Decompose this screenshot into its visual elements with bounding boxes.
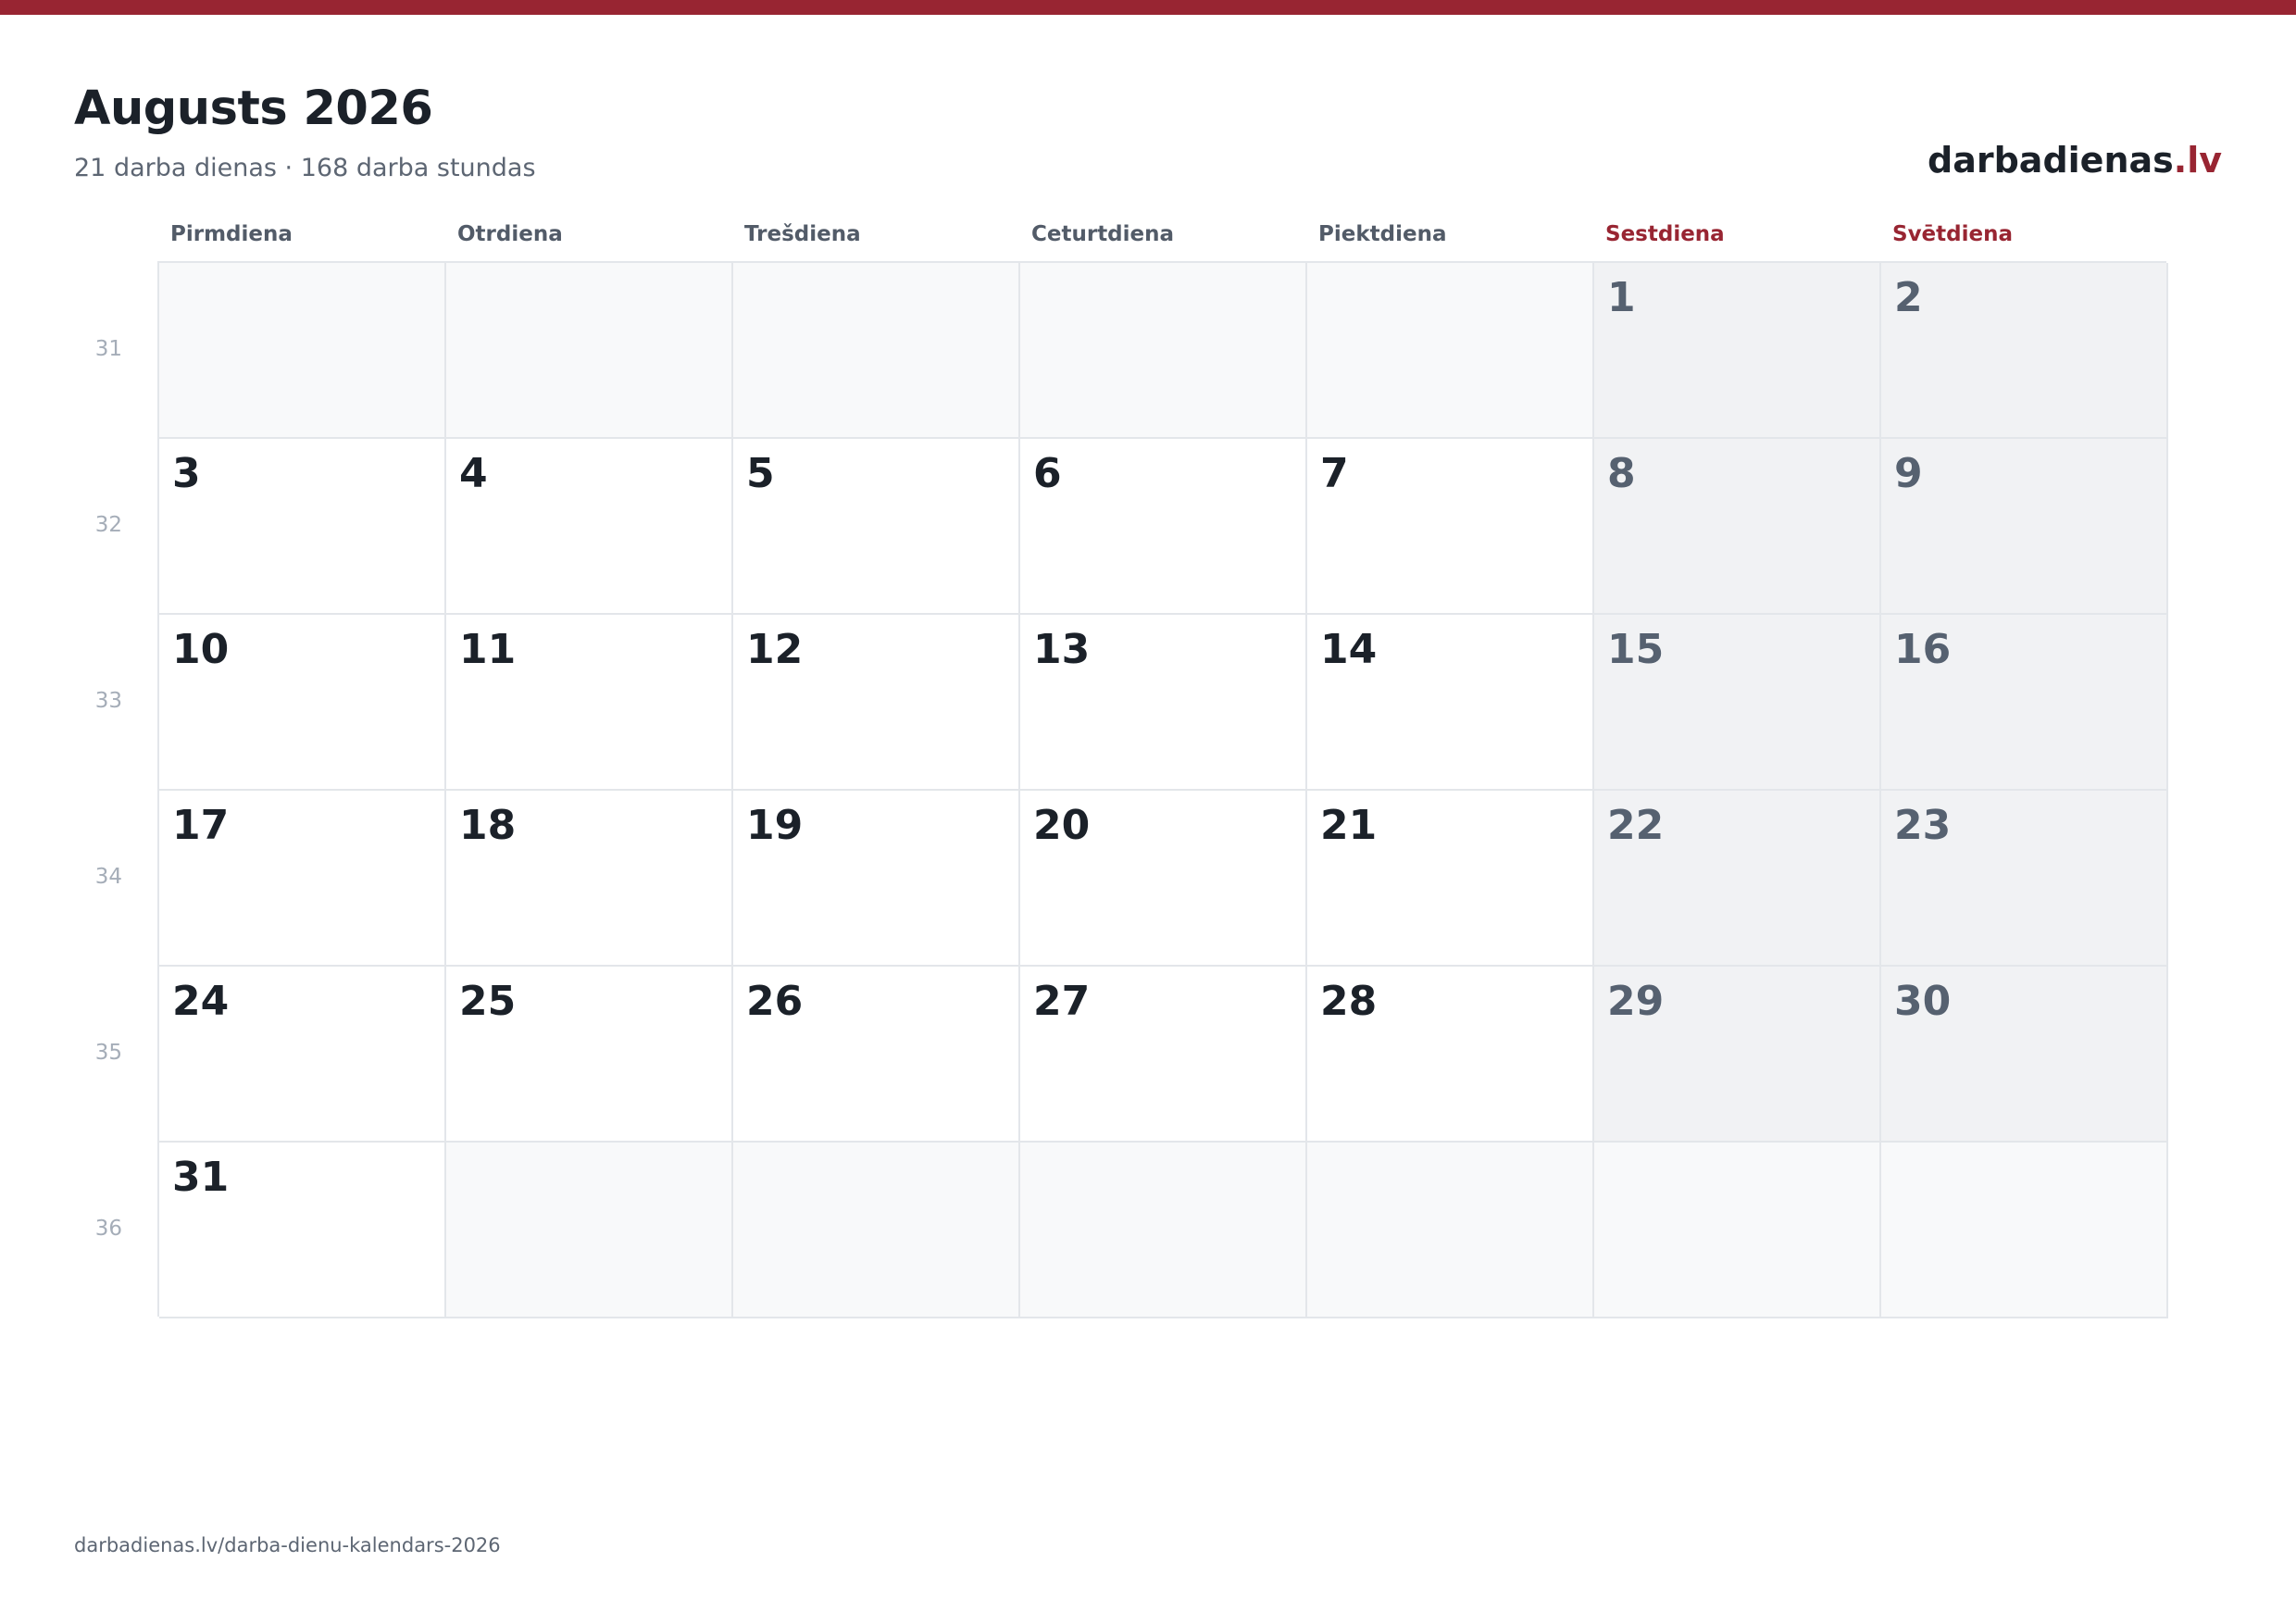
- day-cell: 5: [733, 439, 1020, 615]
- day-number: 22: [1607, 802, 1665, 849]
- empty-day-cell: [1020, 263, 1307, 439]
- week-number: 33: [94, 689, 122, 713]
- empty-day-cell: [446, 1143, 733, 1318]
- empty-day-cell: [1881, 1143, 2168, 1318]
- day-cell: 4: [446, 439, 733, 615]
- weekday-label: Sestdiena: [1605, 222, 1725, 246]
- empty-day-cell: [733, 1143, 1020, 1318]
- day-cell: 25: [446, 967, 733, 1143]
- weekday-header-row: Pirmdiena Otrdiena Trešdiena Ceturtdiena Pie…: [157, 222, 2166, 261]
- day-number: 9: [1894, 450, 1923, 497]
- weekend-day-cell: 9: [1881, 439, 2168, 615]
- page-title: Augusts 2026: [74, 81, 433, 136]
- weekday-label: Pirmdiena: [170, 222, 293, 246]
- day-cell: 26: [733, 967, 1020, 1143]
- day-number: 30: [1894, 978, 1952, 1025]
- empty-day-cell: [1307, 263, 1594, 439]
- day-number: 13: [1033, 626, 1091, 673]
- day-number: 16: [1894, 626, 1952, 673]
- day-number: 29: [1607, 978, 1665, 1025]
- empty-day-cell: [1307, 1143, 1594, 1318]
- day-number: 26: [746, 978, 804, 1025]
- week-number: 36: [94, 1217, 122, 1241]
- day-number: 2: [1894, 274, 1923, 321]
- brand-logo: darbadienas.lv: [1928, 140, 2222, 181]
- weekend-day-cell: 8: [1594, 439, 1881, 615]
- day-cell: 18: [446, 791, 733, 967]
- weekend-day-cell: 29: [1594, 967, 1881, 1143]
- day-number: 6: [1033, 450, 1062, 497]
- day-cell: 24: [159, 967, 446, 1143]
- day-number: 19: [746, 802, 804, 849]
- weekend-day-cell: 2: [1881, 263, 2168, 439]
- day-cell: 7: [1307, 439, 1594, 615]
- top-accent-bar: [0, 0, 2296, 15]
- day-number: 11: [459, 626, 517, 673]
- day-cell: 14: [1307, 615, 1594, 791]
- empty-day-cell: [159, 263, 446, 439]
- day-cell: 17: [159, 791, 446, 967]
- day-number: 4: [459, 450, 488, 497]
- day-number: 8: [1607, 450, 1636, 497]
- footer-url: darbadienas.lv/darba-dienu-kalendars-202…: [74, 1534, 501, 1556]
- empty-day-cell: [1020, 1143, 1307, 1318]
- empty-day-cell: [446, 263, 733, 439]
- empty-day-cell: [733, 263, 1020, 439]
- day-cell: 21: [1307, 791, 1594, 967]
- day-number: 25: [459, 978, 517, 1025]
- day-number: 3: [172, 450, 201, 497]
- weekday-label: Svētdiena: [1892, 222, 2013, 246]
- weekend-day-cell: 16: [1881, 615, 2168, 791]
- day-number: 27: [1033, 978, 1091, 1025]
- week-number: 34: [94, 865, 122, 889]
- calendar-grid: 1 2 3 4 5 6 7 8 9 10 11 12 13 14 15 16 17 18 19 20 21 22 23 24 2…: [157, 261, 2168, 1318]
- weekend-day-cell: 22: [1594, 791, 1881, 967]
- weekend-day-cell: 1: [1594, 263, 1881, 439]
- day-cell: 27: [1020, 967, 1307, 1143]
- weekday-label: Otrdiena: [457, 222, 563, 246]
- day-cell: 10: [159, 615, 446, 791]
- day-cell: 13: [1020, 615, 1307, 791]
- weekday-label: Piektdiena: [1318, 222, 1447, 246]
- day-number: 1: [1607, 274, 1636, 321]
- week-number: 31: [94, 337, 122, 361]
- weekday-label: Ceturtdiena: [1031, 222, 1175, 246]
- day-number: 20: [1033, 802, 1091, 849]
- day-cell: 31: [159, 1143, 446, 1318]
- week-number: 35: [94, 1041, 122, 1065]
- day-number: 7: [1320, 450, 1349, 497]
- weekend-day-cell: 23: [1881, 791, 2168, 967]
- day-cell: 6: [1020, 439, 1307, 615]
- week-number: 32: [94, 513, 122, 537]
- day-number: 5: [746, 450, 775, 497]
- day-cell: 3: [159, 439, 446, 615]
- day-number: 10: [172, 626, 230, 673]
- day-cell: 20: [1020, 791, 1307, 967]
- day-number: 21: [1320, 802, 1378, 849]
- empty-day-cell: [1594, 1143, 1881, 1318]
- day-number: 12: [746, 626, 804, 673]
- day-cell: 12: [733, 615, 1020, 791]
- day-number: 15: [1607, 626, 1665, 673]
- weekday-label: Trešdiena: [744, 222, 861, 246]
- page-subtitle: 21 darba dienas · 168 darba stundas: [74, 154, 536, 182]
- brand-tld: .lv: [2173, 140, 2222, 181]
- brand-name: darbadienas: [1928, 140, 2174, 181]
- weekend-day-cell: 30: [1881, 967, 2168, 1143]
- day-cell: 11: [446, 615, 733, 791]
- day-number: 24: [172, 978, 230, 1025]
- day-number: 31: [172, 1154, 230, 1201]
- day-number: 28: [1320, 978, 1378, 1025]
- day-number: 14: [1320, 626, 1378, 673]
- weekend-day-cell: 15: [1594, 615, 1881, 791]
- day-number: 18: [459, 802, 517, 849]
- day-cell: 28: [1307, 967, 1594, 1143]
- day-number: 23: [1894, 802, 1952, 849]
- day-number: 17: [172, 802, 230, 849]
- day-cell: 19: [733, 791, 1020, 967]
